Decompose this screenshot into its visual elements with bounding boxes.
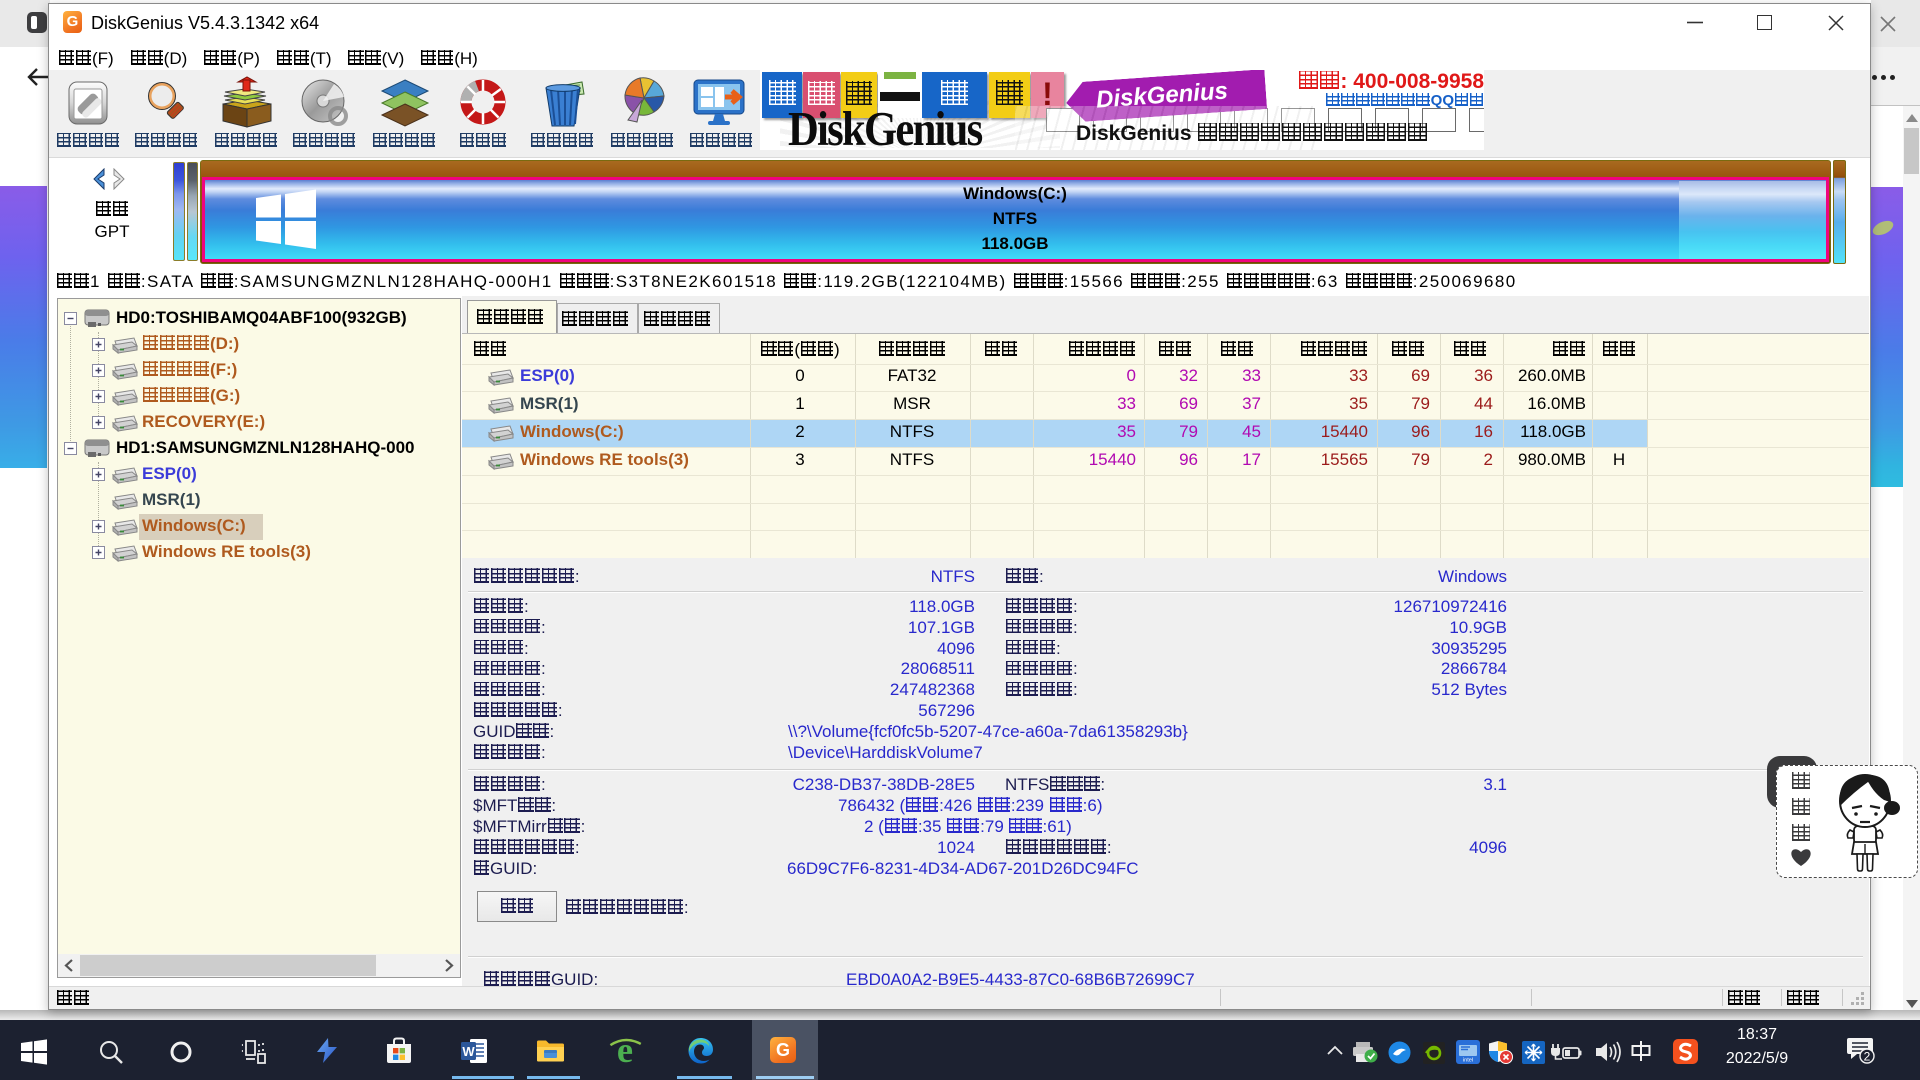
svg-text:intel: intel <box>1463 1058 1473 1064</box>
svg-text:W: W <box>462 1044 475 1059</box>
svg-text:2: 2 <box>1864 1050 1871 1064</box>
svg-text:e: e <box>617 1033 633 1067</box>
